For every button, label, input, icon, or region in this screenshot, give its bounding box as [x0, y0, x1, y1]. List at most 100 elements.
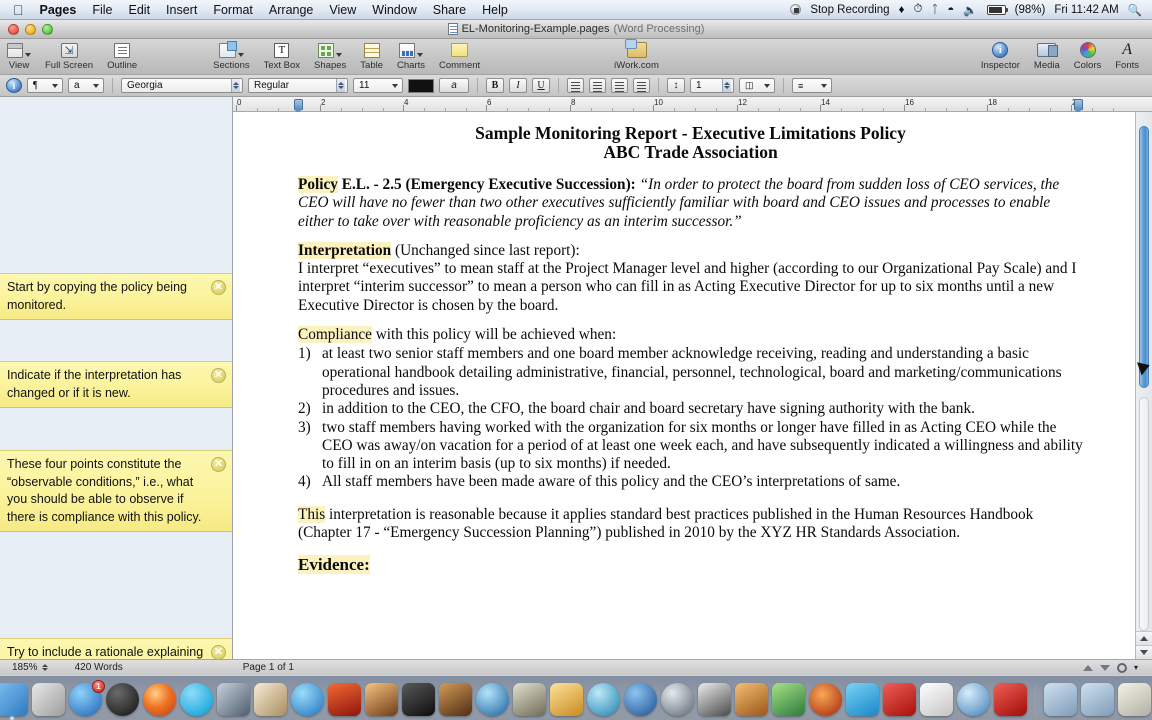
zoom-stepper-icon[interactable]: [41, 662, 49, 674]
toolbar-button-outline[interactable]: Outline: [100, 39, 144, 71]
dock-icon-imovie[interactable]: [402, 683, 435, 716]
dock-icon-audacity[interactable]: [809, 683, 842, 716]
toolbar-button-full-screen[interactable]: ⇲ Full Screen: [38, 39, 100, 71]
dock-icon-documents-stack[interactable]: [1081, 683, 1114, 716]
battery-percent[interactable]: (98%): [1015, 4, 1046, 16]
toolbar-button-media[interactable]: Media: [1027, 39, 1067, 71]
volume-icon[interactable]: 🔈: [963, 3, 977, 17]
toolbar-button-iwork-com[interactable]: iWork.com: [607, 39, 666, 71]
font-size-field[interactable]: 11: [353, 78, 403, 93]
menu-item-arrange[interactable]: Arrange: [261, 1, 321, 19]
paragraph-style-menu[interactable]: ¶: [27, 78, 63, 93]
align-left-button[interactable]: [567, 78, 584, 93]
dock-icon-applications-stack[interactable]: [1044, 683, 1077, 716]
window-title-bar[interactable]: EL-Monitoring-Example.pages (Word Proces…: [0, 20, 1152, 39]
stepper-icon[interactable]: [231, 79, 240, 92]
zoom-control[interactable]: 185%: [0, 662, 49, 674]
font-style-select[interactable]: Regular: [248, 78, 348, 93]
comment-item[interactable]: ✕ Try to include a rationale explaining …: [0, 638, 232, 659]
line-spacing-icon[interactable]: ↕: [667, 78, 685, 93]
scroll-up-button[interactable]: [1136, 631, 1152, 645]
scrollbar-track[interactable]: [1139, 397, 1149, 631]
stop-recording-icon[interactable]: [790, 4, 802, 15]
dock-icon-calculator[interactable]: [32, 683, 65, 716]
battery-icon[interactable]: [986, 4, 1008, 15]
text-background-button[interactable]: a: [439, 78, 469, 93]
right-indent-marker[interactable]: [1074, 99, 1083, 114]
toolbar-button-colors[interactable]: Colors: [1067, 39, 1108, 71]
previous-page-icon[interactable]: [1082, 664, 1093, 671]
list-style-menu[interactable]: ≡: [792, 78, 832, 93]
dock-icon-twitter[interactable]: [846, 683, 879, 716]
dock-icon-acrobat[interactable]: [883, 683, 916, 716]
menu-item-pages[interactable]: Pages: [32, 1, 85, 19]
toolbar-button-sections[interactable]: Sections: [206, 39, 256, 71]
menu-item-help[interactable]: Help: [474, 1, 516, 19]
vertical-scrollbar[interactable]: [1135, 112, 1152, 659]
dropbox-icon[interactable]: ♦: [899, 4, 905, 16]
menu-item-window[interactable]: Window: [364, 1, 424, 19]
scroll-down-button[interactable]: [1136, 645, 1152, 659]
next-page-icon[interactable]: [1099, 664, 1110, 671]
stepper-icon[interactable]: [722, 79, 731, 92]
stop-recording-label[interactable]: Stop Recording: [810, 4, 889, 16]
dock-icon-system-preferences[interactable]: [217, 683, 250, 716]
menu-item-format[interactable]: Format: [205, 1, 261, 19]
dock-icon-numbers[interactable]: [772, 683, 805, 716]
align-center-button[interactable]: [589, 78, 606, 93]
menu-item-view[interactable]: View: [321, 1, 364, 19]
align-right-button[interactable]: [611, 78, 628, 93]
dock-icon-keynote[interactable]: [735, 683, 768, 716]
dock-icon-safari[interactable]: [957, 683, 990, 716]
horizontal-ruler[interactable]: 0 2 4 6 8 10 12 14 16 18 20: [233, 97, 1152, 114]
align-justify-button[interactable]: [633, 78, 650, 93]
toolbar-button-text-box[interactable]: T Text Box: [257, 39, 307, 71]
dock-icon-downloads-stack[interactable]: [1118, 683, 1151, 716]
gear-icon[interactable]: [1116, 662, 1127, 673]
bluetooth-icon[interactable]: ᛏ: [931, 4, 938, 16]
toolbar-button-view[interactable]: View: [0, 39, 38, 71]
dock-icon-garageband[interactable]: [439, 683, 472, 716]
stepper-icon[interactable]: [336, 79, 345, 92]
underline-button[interactable]: U: [532, 78, 550, 93]
dock-icon-quicktime[interactable]: [476, 683, 509, 716]
delete-comment-icon[interactable]: ✕: [211, 368, 226, 383]
comment-item[interactable]: ✕ Indicate if the interpretation has cha…: [0, 361, 232, 408]
text-color-swatch[interactable]: [408, 78, 434, 93]
character-style-menu[interactable]: a: [68, 78, 104, 93]
line-spacing-field[interactable]: 1: [690, 78, 734, 93]
dock-icon-seashore[interactable]: [587, 683, 620, 716]
dock-icon-iphoto[interactable]: [254, 683, 287, 716]
dock-icon-itunes[interactable]: [291, 683, 324, 716]
dock-icon-sketch[interactable]: [550, 683, 583, 716]
toolbar-button-comment[interactable]: Comment: [432, 39, 487, 71]
spotlight-search-icon[interactable]: 🔍: [1128, 3, 1142, 17]
delete-comment-icon[interactable]: ✕: [211, 645, 226, 659]
italic-button[interactable]: I: [509, 78, 527, 93]
clock[interactable]: Fri 11:42 AM: [1054, 4, 1118, 16]
dock-icon-time-machine[interactable]: [661, 683, 694, 716]
dock-icon-skype[interactable]: [180, 683, 213, 716]
toolbar-button-shapes[interactable]: Shapes: [307, 39, 353, 71]
dock-icon-address-book[interactable]: [624, 683, 657, 716]
dock-icon-textedit[interactable]: [920, 683, 953, 716]
menu-item-insert[interactable]: Insert: [158, 1, 205, 19]
left-indent-marker[interactable]: [294, 99, 303, 114]
dock-icon-adobe-reader[interactable]: [994, 683, 1027, 716]
menu-item-file[interactable]: File: [84, 1, 120, 19]
columns-menu[interactable]: ◫: [739, 78, 775, 93]
document-page[interactable]: Sample Monitoring Report - Executive Lim…: [233, 112, 1135, 659]
menu-item-share[interactable]: Share: [425, 1, 474, 19]
comment-item[interactable]: ✕ These four points constitute the “obse…: [0, 450, 232, 532]
apple-logo-icon[interactable]: : [13, 3, 24, 17]
bold-button[interactable]: B: [486, 78, 504, 93]
scrollbar-thumb[interactable]: [1139, 126, 1149, 388]
dock-icon-dashboard[interactable]: [106, 683, 139, 716]
delete-comment-icon[interactable]: ✕: [211, 280, 226, 295]
time-machine-icon[interactable]: ⏱: [913, 3, 922, 16]
delete-comment-icon[interactable]: ✕: [211, 457, 226, 472]
dock-icon-vlc[interactable]: [328, 683, 361, 716]
dock-icon-finder[interactable]: [0, 683, 28, 720]
dock-icon-imovie-project[interactable]: [365, 683, 398, 716]
menu-item-edit[interactable]: Edit: [121, 1, 159, 19]
